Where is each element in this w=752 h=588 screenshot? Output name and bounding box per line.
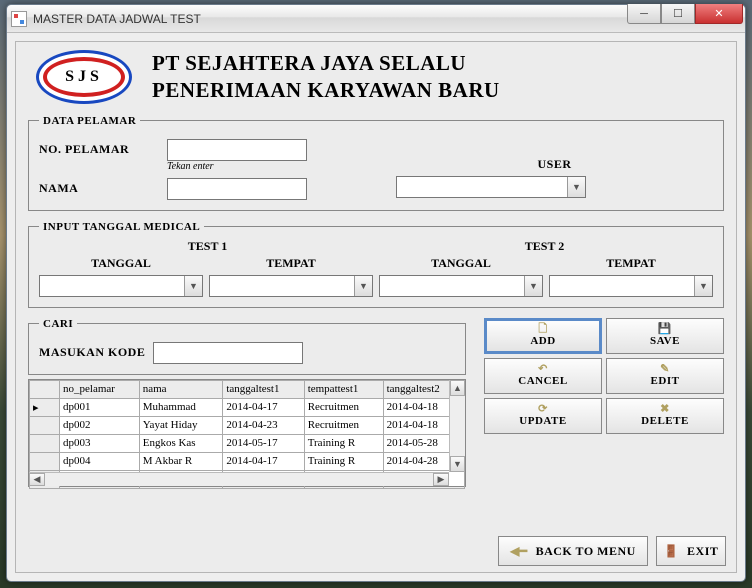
- input-masukan-kode[interactable]: [153, 342, 303, 364]
- chevron-down-icon[interactable]: ▼: [354, 276, 372, 296]
- cell[interactable]: Recruitmen: [304, 416, 383, 434]
- minimize-button[interactable]: ─: [627, 4, 661, 24]
- cell[interactable]: 2014-05-17: [223, 434, 304, 452]
- back-to-menu-button[interactable]: ◀━BACK TO MENU: [498, 536, 648, 566]
- cell[interactable]: dp003: [60, 434, 140, 452]
- app-window: MASTER DATA JADWAL TEST ─ ☐ ✕ SJS PT SEJ…: [6, 4, 746, 582]
- cell[interactable]: Training R: [304, 434, 383, 452]
- hint-no-pelamar: Tekan enter: [167, 161, 214, 172]
- vertical-scrollbar[interactable]: ▲ ▼: [449, 380, 465, 472]
- legend-data-pelamar: DATA PELAMAR: [39, 115, 140, 127]
- delete-icon: ✖: [660, 404, 670, 415]
- legend-cari: CARI: [39, 318, 77, 330]
- cell[interactable]: Yayat Hiday: [139, 416, 223, 434]
- save-icon: 💾: [658, 324, 672, 335]
- add-button[interactable]: 🗋ADD: [484, 318, 602, 354]
- combo-test1-tempat[interactable]: [209, 275, 373, 297]
- update-icon: ⟳: [538, 404, 548, 415]
- table-row[interactable]: dp004M Akbar R2014-04-17Training R2014-0…: [30, 452, 465, 470]
- combo-test2-tanggal[interactable]: [379, 275, 543, 297]
- cell[interactable]: M Akbar R: [139, 452, 223, 470]
- cell[interactable]: dp004: [60, 452, 140, 470]
- exit-button[interactable]: 🚪EXIT: [656, 536, 726, 566]
- undo-icon: ↶: [538, 364, 548, 375]
- label-test2: TEST 2: [376, 239, 713, 254]
- label-masukan-kode: MASUKAN KODE: [39, 345, 145, 360]
- new-file-icon: 🗋: [538, 324, 547, 335]
- company-header: PT SEJAHTERA JAYA SELALU PENERIMAAN KARY…: [152, 50, 500, 105]
- table-row[interactable]: dp003Engkos Kas2014-05-17Training R2014-…: [30, 434, 465, 452]
- column-header[interactable]: tempattest1: [304, 380, 383, 398]
- label-tanggal2: TANGGAL: [379, 256, 543, 271]
- label-user: USER: [396, 157, 713, 172]
- label-tempat1: TEMPAT: [209, 256, 373, 271]
- chevron-down-icon[interactable]: ▼: [184, 276, 202, 296]
- label-nama: NAMA: [39, 181, 159, 196]
- chevron-down-icon[interactable]: ▼: [694, 276, 712, 296]
- table-row[interactable]: dp002Yayat Hiday2014-04-23Recruitmen2014…: [30, 416, 465, 434]
- company-logo: SJS: [36, 50, 132, 104]
- horizontal-scrollbar[interactable]: ◀ ▶: [29, 472, 449, 486]
- exit-icon: 🚪: [664, 544, 679, 559]
- scroll-up-icon[interactable]: ▲: [450, 380, 465, 396]
- cell[interactable]: dp002: [60, 416, 140, 434]
- edit-icon: ✎: [660, 364, 670, 375]
- title-bar[interactable]: MASTER DATA JADWAL TEST ─ ☐ ✕: [7, 5, 745, 33]
- fieldset-data-pelamar: DATA PELAMAR NO. PELAMAR Tekan enter NAM…: [28, 115, 724, 211]
- combo-user-dropdown-icon[interactable]: ▼: [567, 177, 585, 197]
- edit-button[interactable]: ✎EDIT: [606, 358, 724, 394]
- cell[interactable]: Recruitmen: [304, 398, 383, 416]
- client-area: SJS PT SEJAHTERA JAYA SELALU PENERIMAAN …: [15, 41, 737, 573]
- cell[interactable]: Training R: [304, 452, 383, 470]
- back-arrow-icon: ◀━: [510, 544, 527, 559]
- column-header[interactable]: tanggaltest1: [223, 380, 304, 398]
- input-no-pelamar[interactable]: [167, 139, 307, 161]
- scroll-left-icon[interactable]: ◀: [29, 473, 45, 486]
- close-button[interactable]: ✕: [695, 4, 743, 24]
- label-tanggal1: TANGGAL: [39, 256, 203, 271]
- data-grid[interactable]: no_pelamarnamatanggaltest1tempattest1tan…: [28, 379, 466, 487]
- table-row[interactable]: ▸dp001Muhammad2014-04-17Recruitmen2014-0…: [30, 398, 465, 416]
- input-nama[interactable]: [167, 178, 307, 200]
- scroll-right-icon[interactable]: ▶: [433, 473, 449, 486]
- save-button[interactable]: 💾SAVE: [606, 318, 724, 354]
- cell[interactable]: 2014-04-23: [223, 416, 304, 434]
- combo-test2-tempat[interactable]: [549, 275, 713, 297]
- cell[interactable]: dp001: [60, 398, 140, 416]
- window-title: MASTER DATA JADWAL TEST: [33, 12, 201, 26]
- cell[interactable]: 2014-04-17: [223, 452, 304, 470]
- cancel-button[interactable]: ↶CANCEL: [484, 358, 602, 394]
- maximize-button[interactable]: ☐: [661, 4, 695, 24]
- label-tempat2: TEMPAT: [549, 256, 713, 271]
- label-no-pelamar: NO. PELAMAR: [39, 142, 159, 157]
- chevron-down-icon[interactable]: ▼: [524, 276, 542, 296]
- column-header[interactable]: nama: [139, 380, 223, 398]
- combo-test1-tanggal[interactable]: [39, 275, 203, 297]
- label-test1: TEST 1: [39, 239, 376, 254]
- cell[interactable]: Engkos Kas: [139, 434, 223, 452]
- combo-user[interactable]: [396, 176, 586, 198]
- fieldset-cari: CARI MASUKAN KODE: [28, 318, 466, 375]
- delete-button[interactable]: ✖DELETE: [606, 398, 724, 434]
- cell[interactable]: 2014-04-17: [223, 398, 304, 416]
- scroll-down-icon[interactable]: ▼: [450, 456, 465, 472]
- update-button[interactable]: ⟳UPDATE: [484, 398, 602, 434]
- app-icon: [11, 11, 27, 27]
- fieldset-input-tanggal: INPUT TANGGAL MEDICAL TEST 1 TEST 2 TANG…: [28, 221, 724, 308]
- cell[interactable]: Muhammad: [139, 398, 223, 416]
- legend-input-tanggal: INPUT TANGGAL MEDICAL: [39, 221, 204, 233]
- column-header[interactable]: no_pelamar: [60, 380, 140, 398]
